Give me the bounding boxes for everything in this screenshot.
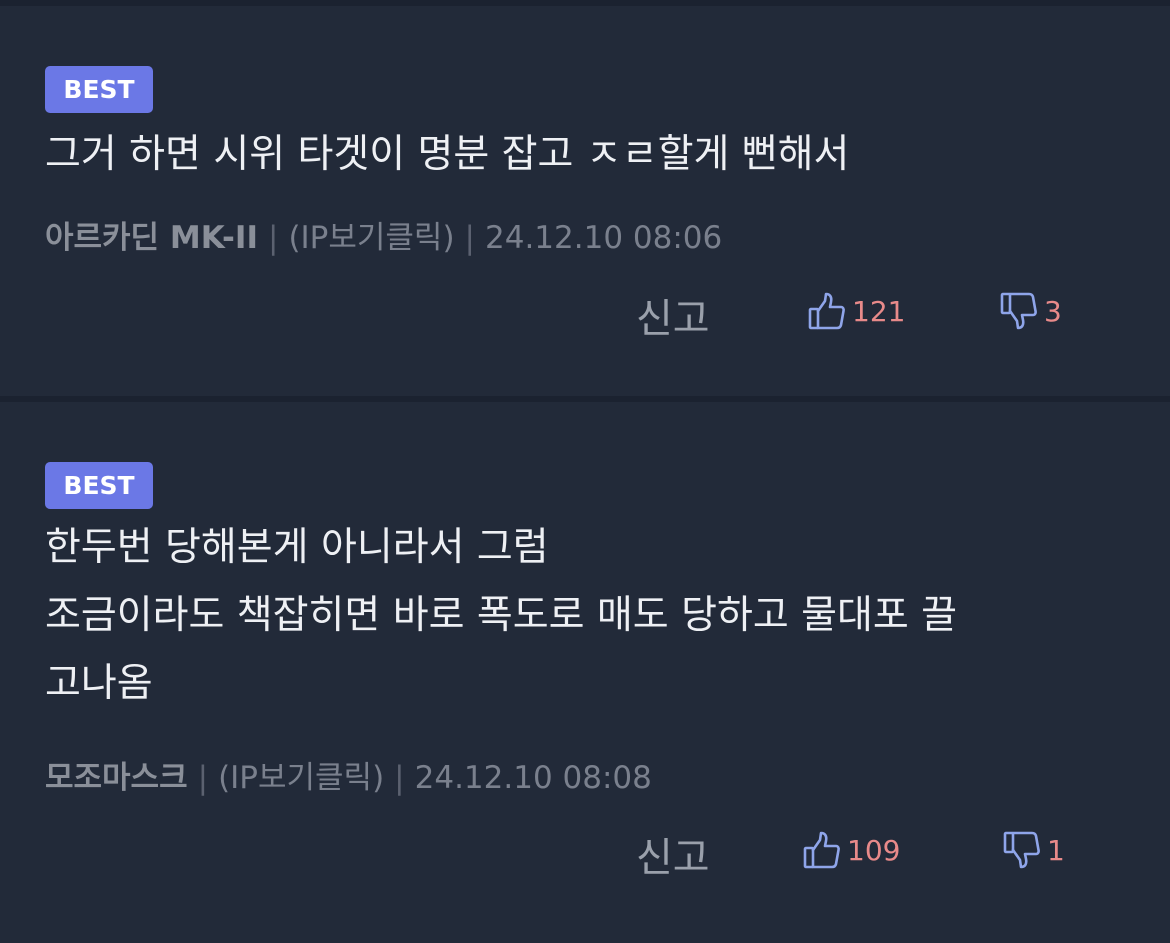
like-button[interactable]: 109 [803, 828, 900, 872]
thumbs-up-icon [803, 830, 841, 870]
comment-item: BEST 그거 하면 시위 타겟이 명분 잡고 ㅈㄹ할게 뻔해서 아르카딘 MK… [0, 6, 1170, 396]
ip-link[interactable]: (IP보기클릭) [288, 220, 454, 256]
author-name[interactable]: 모조마스크 [45, 760, 188, 796]
like-button[interactable]: 121 [808, 289, 905, 333]
like-count: 109 [847, 833, 901, 867]
best-badge: BEST [45, 462, 153, 509]
comment-actions: 신고 109 1 [0, 820, 1170, 883]
separator: | [394, 760, 405, 796]
thumbs-down-icon [1003, 830, 1041, 870]
ip-link[interactable]: (IP보기클릭) [218, 760, 384, 796]
author-name[interactable]: 아르카딘 MK-II [45, 220, 258, 256]
timestamp: 24.12.10 08:06 [485, 220, 723, 256]
comment-text: 한두번 당해본게 아니라서 그럼 조금이라도 책잡히면 바로 폭도로 매도 당하… [45, 525, 958, 706]
comment-meta: 모조마스크 | (IP보기클릭) | 24.12.10 08:08 [45, 752, 652, 797]
separator: | [464, 220, 475, 256]
comment-item: BEST 한두번 당해본게 아니라서 그럼 조금이라도 책잡히면 바로 폭도로 … [0, 402, 1170, 943]
report-button[interactable]: 신고 [636, 286, 710, 344]
like-count: 121 [852, 294, 906, 328]
dislike-count: 1 [1047, 833, 1065, 867]
best-badge: BEST [45, 66, 153, 113]
comment-actions: 신고 121 3 [0, 281, 1170, 344]
comment-text: 그거 하면 시위 타겟이 명분 잡고 ㅈㄹ할게 뻔해서 [45, 132, 850, 177]
thumbs-down-icon [1000, 291, 1038, 331]
comment-meta: 아르카딘 MK-II | (IP보기클릭) | 24.12.10 08:06 [45, 212, 722, 257]
timestamp: 24.12.10 08:08 [414, 760, 652, 796]
report-button[interactable]: 신고 [636, 825, 710, 883]
separator: | [197, 760, 209, 796]
dislike-count: 3 [1044, 294, 1062, 328]
thumbs-up-icon [808, 291, 846, 331]
separator: | [267, 220, 279, 256]
dislike-button[interactable]: 3 [1000, 289, 1062, 333]
dislike-button[interactable]: 1 [1003, 828, 1065, 872]
